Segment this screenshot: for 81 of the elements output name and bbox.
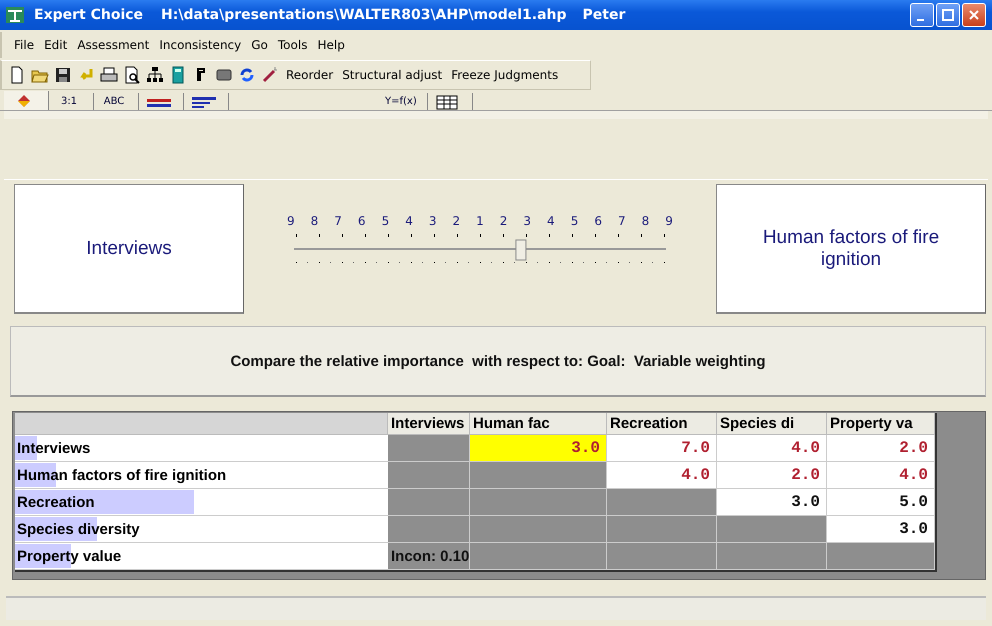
judgment-cell[interactable]: 3.0 (827, 516, 935, 543)
judgment-cell[interactable] (388, 435, 470, 462)
judgment-cell[interactable]: 3.0 (717, 489, 827, 516)
row-label[interactable]: Interviews (15, 435, 388, 462)
printer-icon[interactable] (100, 66, 118, 84)
judgment-cell[interactable]: 4.0 (717, 435, 827, 462)
column-header: Recreation (607, 413, 717, 435)
menu-item[interactable]: Inconsistency (155, 36, 246, 54)
instruction-text: Compare the relative importance with respect to: Goal: Variable weighting (230, 352, 766, 370)
judgment-cell[interactable]: 4.0 (607, 462, 717, 489)
scale-number: 6 (594, 214, 602, 228)
scale-number: 2 (452, 214, 460, 228)
toolbar-command[interactable]: Freeze Judgments (449, 68, 560, 82)
judgment-cell[interactable] (470, 543, 607, 570)
judgment-cell[interactable] (607, 489, 717, 516)
app-name: Expert Choice (34, 7, 144, 23)
scale-number: 1 (476, 214, 484, 228)
scale-number: 7 (618, 214, 626, 228)
menu-item[interactable]: Tools (274, 36, 312, 54)
judgment-cell[interactable] (470, 462, 607, 489)
judgment-cell[interactable] (388, 462, 470, 489)
judgment-cell[interactable]: Incon: 0.10 (388, 543, 470, 570)
judgment-cell[interactable] (607, 543, 717, 570)
judgment-cell[interactable] (388, 489, 470, 516)
judgment-cell[interactable]: 3.0 (470, 435, 607, 462)
judgment-cell[interactable]: 5.0 (827, 489, 935, 516)
right-item-card: Human factors of fire ignition (716, 184, 986, 314)
judgment-cell[interactable] (607, 516, 717, 543)
judgment-cell[interactable]: 4.0 (827, 462, 935, 489)
judgment-cell[interactable]: 7.0 (607, 435, 717, 462)
minimize-button[interactable] (910, 3, 934, 27)
judgment-cell[interactable] (470, 516, 607, 543)
judgment-cell[interactable] (388, 516, 470, 543)
toolbar-command[interactable]: Reorder (284, 68, 336, 82)
left-item-card: Interviews (14, 184, 244, 314)
scale-number: 5 (382, 214, 390, 228)
menu-item[interactable]: Edit (40, 36, 72, 54)
column-header: Interviews (388, 413, 470, 435)
maximize-icon (942, 9, 954, 21)
row-label[interactable]: Human factors of fire ignition (15, 462, 388, 489)
scale-number: 5 (570, 214, 578, 228)
scale-number: 2 (500, 214, 508, 228)
scale-number: 7 (334, 214, 342, 228)
judgment-cell[interactable] (470, 489, 607, 516)
file-path: H:\data\presentations\WALTER803\AHP\model1.ahp (161, 7, 566, 23)
close-button[interactable] (962, 3, 986, 27)
judgment-cell[interactable]: 2.0 (717, 462, 827, 489)
column-header: Human fac (470, 413, 607, 435)
grid-icon (436, 94, 460, 110)
row-label[interactable]: Property value (15, 543, 388, 570)
app-icon (6, 7, 24, 23)
row-label[interactable]: Recreation (15, 489, 388, 516)
scale-number: 4 (405, 214, 413, 228)
scale-number: 4 (547, 214, 555, 228)
scale-number: 3 (428, 214, 436, 228)
judgment-cell[interactable] (717, 516, 827, 543)
scale-number: 6 (358, 214, 366, 228)
minimize-icon (916, 19, 924, 21)
menu-item[interactable]: Assessment (73, 36, 154, 54)
judgment-cell[interactable] (827, 543, 935, 570)
magnifier-page-icon[interactable] (123, 66, 141, 84)
close-icon (968, 9, 980, 21)
row-label[interactable]: Species diversity (15, 516, 388, 543)
judgment-cell[interactable]: 2.0 (827, 435, 935, 462)
scale-number: 3 (523, 214, 532, 228)
scale-number: 8 (310, 214, 318, 228)
maximize-button[interactable] (936, 3, 960, 27)
scale-number: 9 (665, 214, 673, 228)
menu-item[interactable]: File (10, 36, 38, 54)
menu-item[interactable]: Go (247, 36, 272, 54)
scale-number: 8 (642, 214, 650, 228)
column-header: Species di (717, 413, 827, 435)
user-name: Peter (582, 7, 626, 23)
wand-icon[interactable] (261, 66, 279, 84)
judgment-cell[interactable] (717, 543, 827, 570)
scale-number: 9 (287, 214, 295, 228)
tree-icon[interactable] (146, 66, 164, 84)
menu-item[interactable]: Help (313, 36, 349, 54)
column-header: Property va (827, 413, 935, 435)
refresh-icon[interactable] (238, 66, 256, 84)
toolbar-command[interactable]: Structural adjust (340, 68, 444, 82)
